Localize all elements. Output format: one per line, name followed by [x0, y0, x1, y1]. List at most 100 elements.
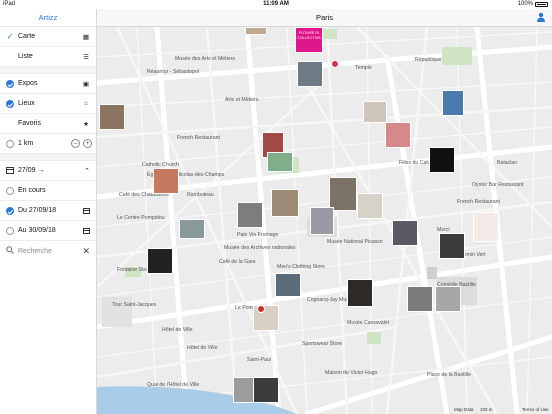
checked-circle-icon	[6, 206, 14, 215]
checkmark-icon: ✓	[6, 32, 14, 41]
date-range-label: 27/09 →	[18, 167, 45, 174]
artwork-thumbnail[interactable]: FUTURE IS COLLECTIVE	[295, 27, 323, 53]
mode-liste-label: Liste	[18, 53, 33, 60]
distance-row: 1 km – +	[0, 134, 96, 154]
checked-circle-icon	[6, 79, 14, 88]
map-terms[interactable]: Terms of Use	[522, 407, 549, 412]
artwork-thumbnail[interactable]	[407, 286, 433, 312]
date-du[interactable]: Du 27/09/18	[0, 201, 96, 221]
calendar-icon	[6, 167, 14, 174]
artwork-thumbnail[interactable]	[347, 279, 373, 307]
artwork-thumbnail[interactable]	[99, 104, 125, 130]
poi-label: Maison de Victor Hugo	[325, 370, 378, 376]
distance-label: 1 km	[18, 140, 34, 147]
radio-circle-icon	[6, 226, 14, 235]
battery-indicator: 100%	[518, 0, 548, 9]
sidebar: Artizz ✓ Carte ▦ Liste ☰ Expos ▣ Lieux ⌂…	[0, 9, 97, 414]
poi-label: Café de la Gare	[219, 259, 256, 265]
star-icon: ★	[83, 120, 89, 128]
status-time: 11:09 AM	[263, 1, 289, 7]
artwork-thumbnail[interactable]	[363, 101, 387, 123]
artwork-thumbnail[interactable]	[297, 61, 323, 87]
search-placeholder: Recherche	[18, 247, 52, 255]
artwork-thumbnail[interactable]	[392, 220, 418, 246]
artwork-thumbnail[interactable]	[179, 219, 205, 239]
artwork-thumbnail[interactable]	[271, 189, 299, 217]
poi-label: French Restaurant	[457, 199, 500, 205]
filter-favoris[interactable]: Favoris ★	[0, 114, 96, 134]
date-au-label: Au 30/09/18	[18, 227, 56, 234]
status-bar: iPad 11:09 AM 100%	[0, 0, 552, 9]
radio-circle-icon	[6, 186, 14, 195]
artwork-thumbnail[interactable]	[439, 233, 465, 259]
date-au[interactable]: Au 30/09/18	[0, 221, 96, 241]
map-pin[interactable]	[257, 305, 265, 313]
filter-expos-label: Expos	[18, 80, 38, 87]
artwork-thumbnail[interactable]	[357, 193, 383, 219]
artwork-thumbnail[interactable]	[153, 168, 179, 194]
list-icon: ☰	[83, 53, 89, 61]
filter-lieux[interactable]: Lieux ⌂	[0, 94, 96, 114]
mode-carte[interactable]: ✓ Carte ▦	[0, 27, 96, 47]
date-du-label: Du 27/09/18	[18, 207, 57, 214]
poi-label: Le Centre Pompidou	[117, 215, 165, 221]
poi-label: Tour Saint-Jacques	[112, 302, 157, 308]
map-view[interactable]: Musée des Arts et Métiers Réaumur - Séba…	[97, 27, 552, 414]
poi-label: Réaumur - Sébastopol	[147, 69, 199, 75]
poi-label: Oyster Bar Restaurant	[472, 182, 524, 188]
chevron-up-icon: ⌃	[84, 167, 90, 175]
filter-lieux-label: Lieux	[18, 100, 35, 107]
artwork-thumbnail[interactable]	[442, 90, 464, 116]
checked-circle-icon	[6, 99, 14, 108]
artwork-thumbnail[interactable]	[310, 207, 334, 235]
artwork-thumbnail[interactable]	[237, 202, 263, 228]
poi-label: Men's Clothing Store	[277, 264, 325, 270]
poi-label: Hôtel de Ville	[187, 345, 218, 351]
user-icon[interactable]	[536, 12, 546, 22]
poi-label: Place de la Bastille	[427, 372, 471, 378]
poi-label: Bataclan	[497, 160, 518, 166]
search-input[interactable]: Recherche ✕	[0, 241, 96, 261]
mode-liste[interactable]: Liste ☰	[0, 47, 96, 67]
artwork-thumbnail[interactable]	[245, 27, 267, 35]
filter-expos[interactable]: Expos ▣	[0, 74, 96, 94]
poi-label: Temple	[355, 65, 372, 71]
date-en-cours[interactable]: En cours	[0, 181, 96, 201]
calendar-icon[interactable]	[83, 207, 90, 214]
close-icon[interactable]: ✕	[82, 246, 90, 257]
artwork-thumbnail[interactable]	[147, 248, 173, 274]
poi-label: Arts et Métiers	[225, 97, 259, 103]
artwork-thumbnail[interactable]	[329, 177, 357, 211]
poi-label: French Restaurant	[177, 135, 220, 141]
search-icon	[6, 246, 14, 256]
minus-icon[interactable]: –	[71, 139, 80, 148]
map-icon: ▦	[82, 33, 90, 41]
map-pin[interactable]	[331, 60, 339, 68]
artwork-thumbnail[interactable]	[429, 147, 455, 173]
date-range-row[interactable]: 27/09 → ⌃	[0, 161, 96, 181]
app-title: Artizz	[0, 9, 96, 27]
battery-percent: 100%	[517, 1, 533, 7]
artwork-thumbnail[interactable]	[275, 273, 301, 297]
plus-icon[interactable]: +	[83, 139, 92, 148]
mode-carte-label: Carte	[18, 33, 36, 40]
poi-label: Musée Carnavalet	[347, 320, 390, 326]
artwork-thumbnail[interactable]	[253, 377, 279, 403]
poi-label: Musée National Picasso	[327, 239, 383, 245]
home-icon: ⌂	[84, 100, 88, 107]
artwork-thumbnail[interactable]	[473, 212, 499, 242]
map-attribution[interactable]: Map Data	[454, 407, 474, 412]
poi-label: Hôtel de Ville	[162, 327, 193, 333]
map-header: Paris	[97, 9, 552, 27]
poi-label: Musée des Arts et Métiers	[175, 56, 235, 62]
artwork-thumbnail[interactable]	[385, 122, 411, 148]
radius-circle-icon	[6, 139, 14, 148]
artwork-thumbnail[interactable]	[267, 152, 293, 172]
poi-label: Pain Vin Fromage	[237, 232, 279, 238]
battery-icon	[535, 2, 548, 7]
poi-label: Quai de l'Hôtel de Ville	[147, 382, 200, 388]
calendar-icon[interactable]	[83, 227, 90, 234]
artwork-thumbnail[interactable]	[435, 286, 461, 312]
page-title: Paris	[315, 13, 334, 22]
picture-icon: ▣	[82, 80, 90, 88]
